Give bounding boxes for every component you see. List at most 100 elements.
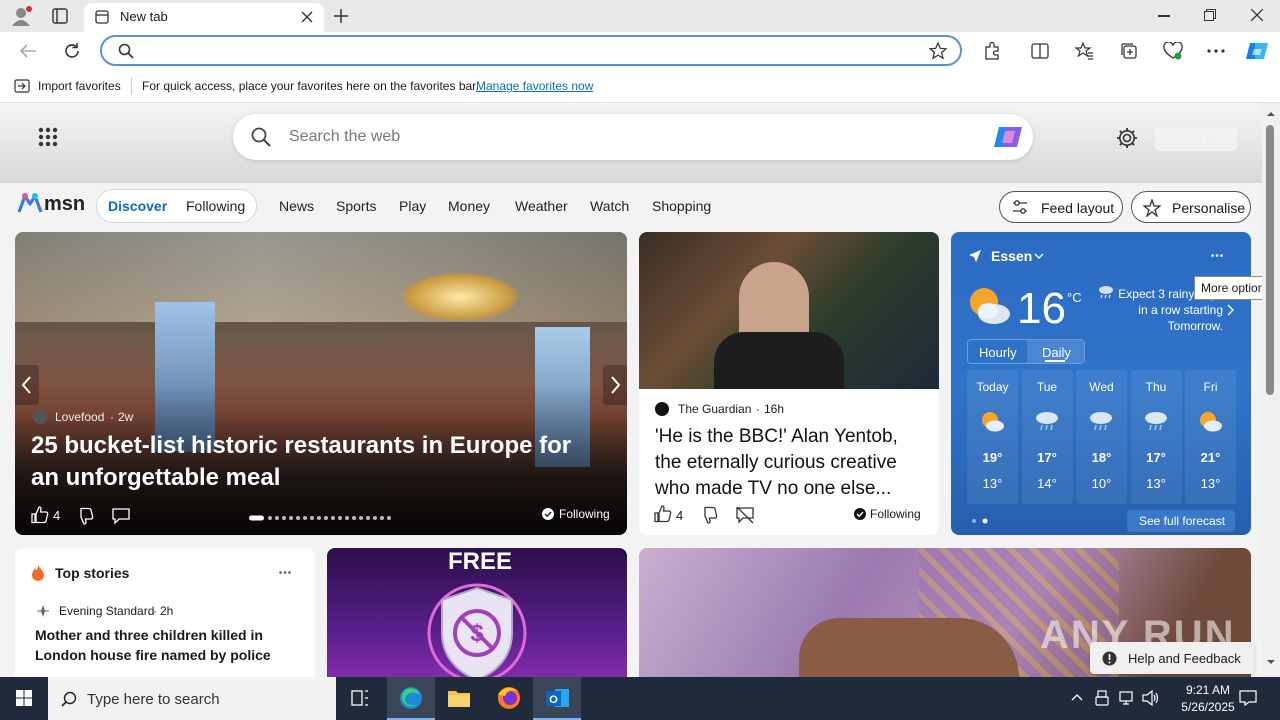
comments-off-icon[interactable]: [735, 506, 755, 524]
top-story-headline[interactable]: Mother and three children killed in Lond…: [35, 625, 290, 665]
web-search-box[interactable]: Search the web: [233, 114, 1033, 160]
import-favorites-button[interactable]: Import favorites: [38, 79, 121, 93]
taskbar-search-placeholder: Type here to search: [87, 691, 220, 708]
start-button[interactable]: [0, 677, 48, 720]
manage-favorites-link[interactable]: Manage favorites now: [476, 79, 593, 93]
chevron-right-icon[interactable]: [1227, 304, 1234, 316]
taskbar-date[interactable]: 5/26/2025: [1168, 700, 1248, 714]
comment-icon[interactable]: [112, 507, 130, 525]
task-view-icon[interactable]: [336, 677, 384, 720]
tab-hourly[interactable]: Hourly: [979, 345, 1017, 360]
story2-title[interactable]: 'He is the BBC!' Alan Yentob, the eterna…: [655, 424, 929, 502]
favorite-star-icon[interactable]: [929, 42, 947, 60]
nav-news[interactable]: News: [279, 198, 314, 214]
forecast-day[interactable]: Today 19° 13°: [967, 370, 1018, 504]
scroll-down-arrow[interactable]: [1266, 659, 1276, 665]
network-icon[interactable]: [1117, 690, 1135, 706]
carousel-prev-button[interactable]: [15, 365, 39, 405]
carousel-indicators[interactable]: [249, 515, 399, 521]
back-button[interactable]: [19, 43, 37, 59]
nav-watch[interactable]: Watch: [590, 198, 629, 214]
page-scrollbar[interactable]: [1262, 103, 1280, 677]
copilot-search-icon[interactable]: [993, 123, 1023, 151]
app-launcher-icon[interactable]: [38, 127, 58, 147]
address-input[interactable]: [142, 41, 922, 61]
browser-essentials-icon[interactable]: [1163, 42, 1183, 60]
tab-daily[interactable]: Daily: [1042, 345, 1071, 360]
forecast-day-label: Today: [976, 380, 1009, 394]
msn-logo[interactable]: msn: [17, 192, 85, 218]
forecast-day[interactable]: Wed 18° 10°: [1076, 370, 1127, 504]
nav-sports[interactable]: Sports: [336, 198, 376, 214]
edge-taskbar-icon[interactable]: [387, 677, 435, 720]
guardian-story-card[interactable]: The Guardian · 16h 'He is the BBC!' Alan…: [639, 232, 939, 535]
svg-text:$: $: [470, 620, 484, 647]
tab-actions-icon[interactable]: [52, 8, 68, 24]
like-icon[interactable]: [31, 506, 49, 524]
like-icon[interactable]: [654, 505, 672, 523]
outlook-icon[interactable]: O: [533, 677, 581, 720]
split-screen-icon[interactable]: [1031, 42, 1049, 60]
see-full-forecast-button[interactable]: See full forecast: [1127, 510, 1235, 532]
help-feedback-button[interactable]: Help and Feedback: [1090, 642, 1254, 674]
top-stories-heading[interactable]: Top stories: [55, 565, 129, 581]
personalise-button[interactable]: Personalise: [1131, 191, 1251, 223]
dislike-icon[interactable]: [700, 506, 718, 524]
sign-in-button[interactable]: Sign in: [1155, 127, 1237, 151]
file-explorer-icon[interactable]: [435, 677, 483, 720]
restore-button[interactable]: [1204, 9, 1216, 21]
shield-dollar-icon: $: [427, 578, 527, 677]
more-options-icon[interactable]: [1211, 254, 1223, 257]
usb-device-icon[interactable]: [1095, 690, 1109, 706]
nav-money[interactable]: Money: [448, 198, 490, 214]
close-window-button[interactable]: [1251, 9, 1263, 21]
forecast-day[interactable]: Tue 17° 14°: [1021, 370, 1073, 504]
nav-play[interactable]: Play: [399, 198, 426, 214]
tab-new-tab[interactable]: New tab: [84, 3, 324, 32]
new-tab-button[interactable]: [333, 8, 349, 24]
tab-following[interactable]: Following: [186, 198, 245, 214]
dislike-icon[interactable]: [76, 507, 94, 525]
svg-text:O: O: [549, 694, 558, 706]
forecast-high: 17°: [1146, 450, 1166, 465]
page-settings-icon[interactable]: [1116, 127, 1138, 149]
chevron-down-icon[interactable]: [1034, 253, 1044, 259]
extensions-icon[interactable]: [983, 42, 1001, 60]
import-favorites-icon[interactable]: [14, 79, 30, 93]
taskbar-time[interactable]: 9:21 AM: [1174, 683, 1242, 697]
forecast-day[interactable]: Thu 17° 13°: [1130, 370, 1182, 504]
weather-city[interactable]: Essen: [991, 248, 1032, 264]
more-options-icon[interactable]: [279, 571, 291, 574]
minimize-button[interactable]: [1158, 15, 1170, 17]
top-stories-card: Top stories Evening Standard · 2h Mother…: [15, 548, 315, 677]
copilot-icon[interactable]: [1245, 39, 1269, 63]
nav-weather[interactable]: Weather: [515, 198, 568, 214]
collections-icon[interactable]: [1120, 42, 1138, 60]
hero-title[interactable]: 25 bucket-list historic restaurants in E…: [31, 430, 601, 494]
settings-more-icon[interactable]: [1207, 49, 1225, 53]
taskbar-search-box[interactable]: Type here to search: [48, 677, 336, 720]
volume-icon[interactable]: [1142, 690, 1160, 706]
tab-discover[interactable]: Discover: [108, 198, 167, 214]
hero-dot: ·: [110, 410, 114, 424]
hero-following[interactable]: Following: [559, 507, 610, 521]
notifications-icon[interactable]: [1239, 690, 1257, 706]
forecast-day[interactable]: Fri 21° 13°: [1185, 370, 1236, 504]
tray-chevron-icon[interactable]: [1071, 693, 1083, 701]
feed-layout-button[interactable]: Feed layout: [999, 191, 1123, 223]
story2-following[interactable]: Following: [870, 507, 921, 521]
carousel-next-button[interactable]: [603, 365, 627, 405]
address-bar[interactable]: [100, 35, 962, 66]
refresh-button[interactable]: [63, 42, 81, 60]
nav-shopping[interactable]: Shopping: [652, 198, 711, 214]
page-dots[interactable]: [971, 518, 991, 524]
hero-story-card[interactable]: Lovefood · 2w 25 bucket-list historic re…: [15, 232, 627, 535]
profile-icon[interactable]: [10, 6, 32, 26]
promo-card[interactable]: FREE $: [327, 548, 627, 677]
image-hand: [799, 618, 1019, 677]
firefox-icon[interactable]: [485, 677, 533, 720]
scroll-up-arrow[interactable]: [1266, 111, 1276, 117]
favorites-icon[interactable]: [1075, 42, 1093, 60]
close-tab-icon[interactable]: [301, 11, 313, 23]
scroll-thumb[interactable]: [1266, 125, 1274, 395]
